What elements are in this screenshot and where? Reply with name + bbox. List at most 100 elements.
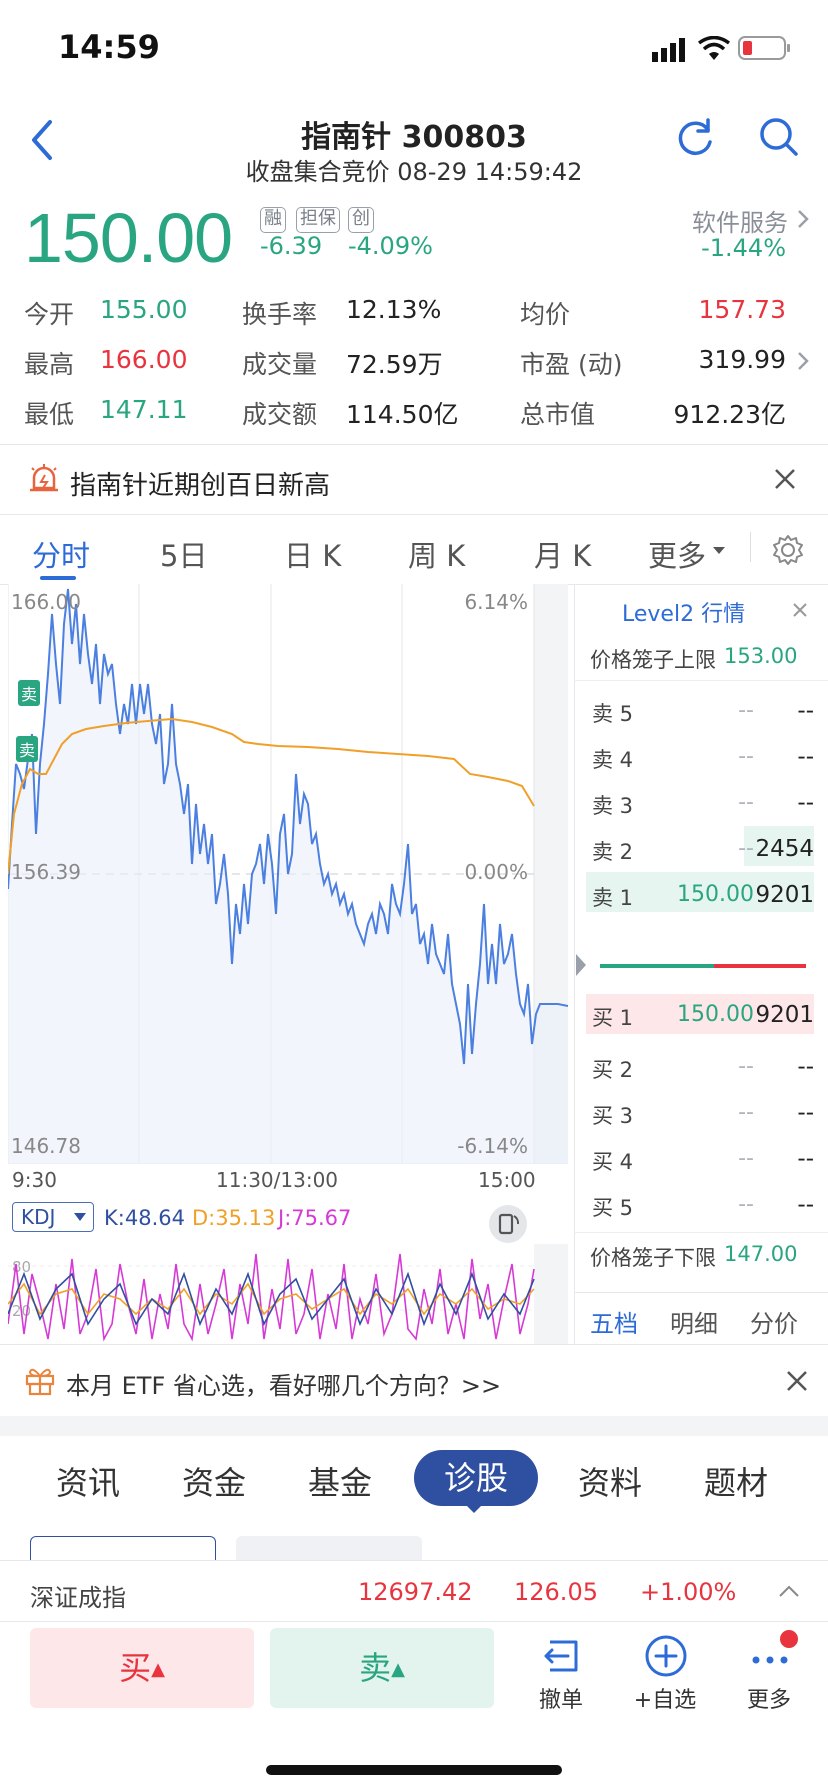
mktcap-label: 总市值 (520, 400, 596, 429)
caret-down-icon (74, 1213, 86, 1221)
tab-price-dist[interactable]: 分价 (750, 1304, 798, 1339)
pct-axis-bottom: -6.14% (457, 1134, 528, 1158)
y-axis-mid: 156.39 (11, 860, 81, 884)
high-value: 166.00 (100, 345, 188, 374)
kdj-j: J:75.67 (278, 1206, 352, 1230)
add-watchlist-label[interactable]: +自选 (620, 1682, 710, 1714)
tab-details[interactable]: 明细 (670, 1304, 718, 1339)
refresh-icon[interactable] (674, 116, 716, 158)
sell-marker[interactable]: 卖 (16, 736, 39, 762)
sell-marker[interactable]: 卖 (18, 680, 41, 706)
sell-button[interactable]: 卖▲ (270, 1628, 494, 1708)
bid-1-price[interactable]: 150.00 (634, 1002, 754, 1027)
more-label[interactable]: 更多 (724, 1682, 814, 1714)
level2-title[interactable]: Level2 行情 (622, 596, 745, 628)
cancel-order-icon[interactable] (540, 1636, 582, 1676)
ask-5-price[interactable]: -- (634, 698, 754, 723)
battery-icon (738, 36, 790, 60)
avg-value: 157.73 (698, 295, 786, 324)
divider (750, 532, 751, 562)
ask-3-price[interactable]: -- (634, 790, 754, 815)
tab-theme[interactable]: 题材 (704, 1458, 768, 1504)
x-axis-end: 15:00 (478, 1168, 536, 1192)
ask-3-vol: -- (797, 790, 814, 816)
bid-5-label: 买 5 (592, 1196, 634, 1220)
settings-icon[interactable] (772, 534, 804, 566)
tab-news[interactable]: 资讯 (56, 1458, 120, 1504)
indicator-select[interactable]: KDJ (12, 1202, 94, 1232)
pct-axis-top: 6.14% (464, 590, 528, 614)
index-pct: +1.00% (640, 1578, 737, 1606)
mktcap-value: 912.23亿 (673, 400, 786, 429)
ask-2-vol: 2454 (755, 836, 814, 862)
y-axis-top: 166.00 (11, 590, 81, 614)
up-triangle-icon: ▲ (151, 1659, 165, 1680)
tab-weekly-k[interactable]: 周 K (408, 533, 465, 575)
chevron-right-icon[interactable] (796, 208, 810, 230)
index-value: 12697.42 (358, 1578, 473, 1606)
x-axis-mid: 11:30/13:00 (216, 1168, 339, 1192)
close-icon[interactable] (792, 602, 808, 618)
bid-3-label: 买 3 (592, 1104, 634, 1128)
pct-axis-mid: 0.00% (464, 860, 528, 884)
low-label: 最低 (24, 400, 75, 429)
close-icon[interactable] (774, 468, 796, 490)
rotate-icon[interactable] (488, 1204, 528, 1244)
tab-funds-flow[interactable]: 资金 (182, 1458, 246, 1504)
bid-3-vol: -- (797, 1100, 814, 1126)
divider (574, 680, 828, 681)
bid-4-price[interactable]: -- (634, 1146, 754, 1171)
intraday-chart[interactable]: 166.00 156.39 146.78 6.14% 0.00% -6.14% … (8, 584, 568, 1164)
notice-text[interactable]: 指南针近期创百日新高 (70, 465, 330, 502)
cancel-order-label[interactable]: 撤单 (516, 1682, 606, 1714)
section-gap (0, 1416, 828, 1436)
ask-1-price[interactable]: 150.00 (634, 882, 754, 907)
tab-profile[interactable]: 资料 (578, 1458, 642, 1504)
tab-daily-k[interactable]: 日 K (284, 533, 341, 575)
avg-label: 均价 (520, 300, 571, 329)
bid-2-price[interactable]: -- (634, 1054, 754, 1079)
divider (574, 1232, 828, 1233)
divider (574, 584, 575, 1344)
caret-down-icon[interactable] (712, 546, 726, 556)
tab-5day[interactable]: 5日 (160, 533, 207, 575)
status-time: 14:59 (58, 28, 160, 66)
bid-3-price[interactable]: -- (634, 1100, 754, 1125)
sell-label: 卖 (359, 1649, 392, 1687)
bid-5-price[interactable]: -- (634, 1192, 754, 1217)
index-name: 深证成指 (30, 1584, 126, 1612)
bid-5-vol: -- (797, 1192, 814, 1218)
ask-4-price[interactable]: -- (634, 744, 754, 769)
price-change: -6.39 (260, 232, 323, 260)
promo-text[interactable]: 本月 ETF 省心选，看好哪几个方向？>> (66, 1366, 501, 1401)
ask-2-label: 卖 2 (592, 840, 634, 864)
add-watchlist-icon[interactable] (644, 1634, 688, 1678)
divider (0, 1344, 828, 1345)
sub-tab-diagnosis[interactable] (30, 1536, 216, 1560)
tab-five-levels[interactable]: 五档 (590, 1304, 638, 1339)
tab-monthly-k[interactable]: 月 K (534, 533, 591, 575)
wifi-icon (698, 36, 730, 60)
buy-button[interactable]: 买▲ (30, 1628, 254, 1708)
collapse-arrow-icon[interactable] (576, 954, 588, 976)
margin-tag: 融 (260, 207, 286, 233)
search-icon[interactable] (758, 116, 800, 158)
indicator-label: KDJ (21, 1205, 56, 1229)
up-triangle-icon: ▲ (391, 1659, 405, 1680)
tab-intraday[interactable]: 分时 (32, 533, 90, 575)
tab-more[interactable]: 更多 (648, 533, 706, 575)
tab-fund[interactable]: 基金 (308, 1458, 372, 1504)
close-icon[interactable] (786, 1370, 808, 1392)
bid-4-label: 买 4 (592, 1150, 634, 1174)
volume-value: 72.59万 (346, 350, 443, 379)
buy-sell-ratio-sell (600, 964, 714, 968)
chevron-up-icon[interactable] (778, 1584, 800, 1598)
buy-label: 买 (119, 1649, 152, 1687)
bid-1-vol: 9201 (755, 1002, 814, 1028)
sector-name[interactable]: 软件服务 (692, 203, 788, 238)
tab-diagnose[interactable]: 诊股 (414, 1450, 538, 1506)
ask-2-price[interactable]: -- (634, 836, 754, 861)
sub-tab-scan[interactable] (236, 1536, 422, 1560)
home-indicator[interactable] (266, 1765, 562, 1775)
chevron-right-icon[interactable] (796, 350, 810, 372)
